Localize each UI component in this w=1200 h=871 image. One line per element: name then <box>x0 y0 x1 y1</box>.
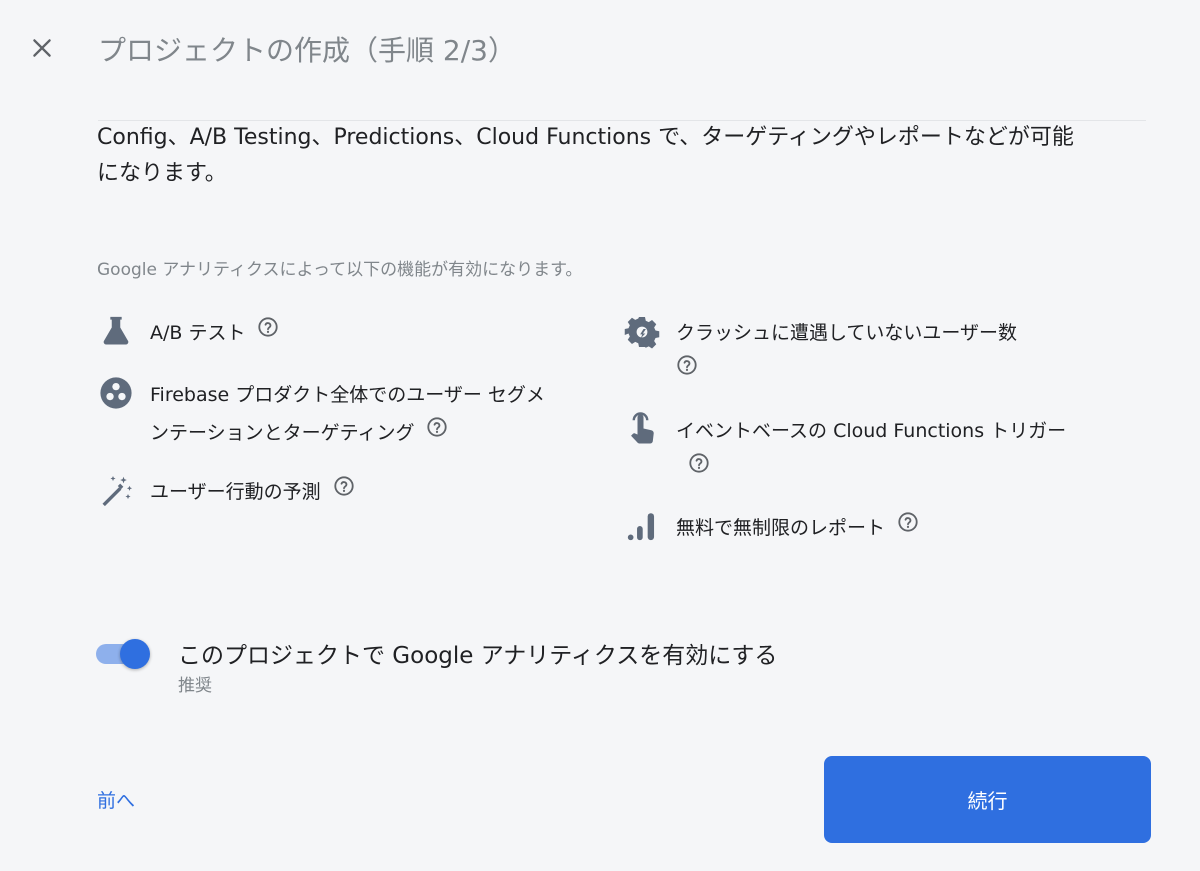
feature-label: イベントベースの Cloud Functions トリガー <box>676 420 1067 442</box>
bar-chart-icon <box>627 513 655 541</box>
touch-hand-icon <box>631 412 654 444</box>
help-button[interactable] <box>676 351 698 389</box>
gear-cog-icon <box>624 317 660 349</box>
feature-segmentation: Firebase プロダクト全体でのユーザー セグメンテーションとターゲティング <box>96 376 556 452</box>
help-circle-icon <box>334 475 354 496</box>
recommended-label: 推奨 <box>178 676 212 696</box>
create-project-step-2-page: プロジェクトの作成（手順 2/3） Config、A/B Testing、Pre… <box>0 0 1200 871</box>
feature-label: Firebase プロダクト全体でのユーザー セグメンテーションとターゲティング <box>150 384 545 444</box>
intro-description: Config、A/B Testing、Predictions、Cloud Fun… <box>97 125 1074 186</box>
help-button[interactable] <box>897 508 919 546</box>
help-circle-icon <box>258 316 279 337</box>
help-circle-icon <box>898 511 918 532</box>
help-circle-icon <box>689 452 709 473</box>
enable-analytics-toggle[interactable] <box>96 637 154 669</box>
feature-label: ユーザー行動の予測 <box>150 481 321 503</box>
feature-cloud-functions-trigger: イベントベースの Cloud Functions トリガー <box>622 412 1082 488</box>
feature-prediction: ユーザー行動の予測 <box>96 473 556 513</box>
help-circle-icon <box>677 354 697 375</box>
segment-icon <box>100 377 132 409</box>
feature-label: A/B テスト <box>150 322 246 344</box>
close-icon <box>33 39 51 57</box>
continue-button[interactable]: 続行 <box>824 756 1151 843</box>
feature-crash-free-users: クラッシュに遭遇していないユーザー数 <box>622 314 1082 390</box>
close-button[interactable] <box>26 32 58 64</box>
feature-label: 無料で無制限のレポート <box>676 517 886 539</box>
magic-wand-icon <box>102 476 133 507</box>
analytics-caption: Google アナリティクスによって以下の機能が有効になります。 <box>97 260 583 280</box>
help-circle-icon <box>427 416 448 437</box>
feature-label: クラッシュに遭遇していないユーザー数 <box>676 322 1018 344</box>
feature-unlimited-reporting: 無料で無制限のレポート <box>622 509 1082 549</box>
page-title: プロジェクトの作成（手順 2/3） <box>98 34 516 67</box>
help-button[interactable] <box>688 449 710 487</box>
toggle-thumb <box>120 639 150 669</box>
enable-analytics-label: このプロジェクトで Google アナリティクスを有効にする <box>178 643 778 669</box>
feature-ab-testing: A/B テスト <box>96 314 556 354</box>
help-button[interactable] <box>426 413 448 451</box>
back-button[interactable]: 前へ <box>97 786 135 813</box>
help-button[interactable] <box>333 472 355 510</box>
flask-icon <box>103 316 129 345</box>
help-button[interactable] <box>257 313 279 351</box>
